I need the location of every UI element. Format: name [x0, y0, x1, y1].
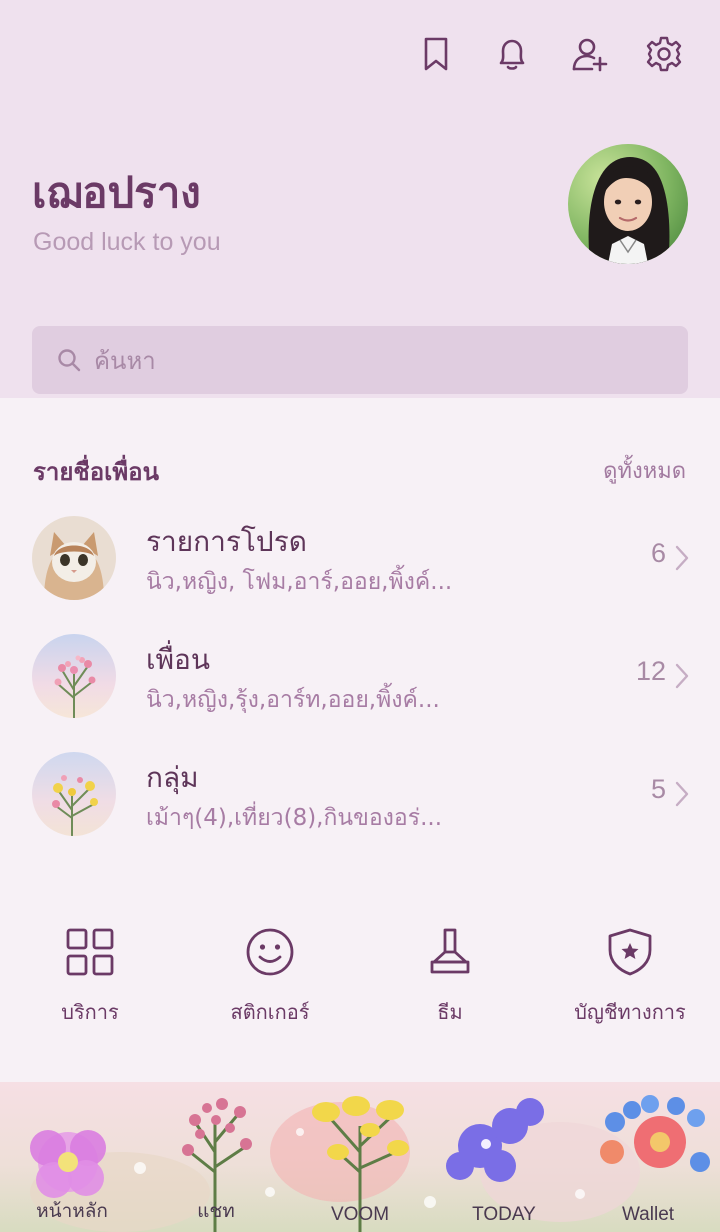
bottom-tab-bar: หน้าหลัก แชท VOOM TODAY Wallet: [0, 1082, 720, 1232]
service-button-services[interactable]: บริการ: [0, 926, 180, 1036]
header-icon-bar: [0, 30, 720, 78]
tab-label: VOOM: [330, 1204, 390, 1225]
tab-home[interactable]: หน้าหลัก: [0, 1082, 144, 1228]
gear-icon[interactable]: [640, 30, 688, 78]
tab-today[interactable]: TODAY: [432, 1082, 576, 1228]
friend-group-row-favorites[interactable]: รายการโปรด นิว,หญิง, โฟม,อาร์,ออย,พิ้งค์…: [0, 516, 720, 616]
row-subtitle: นิว,หญิง,รุ้ง,อาร์ท,ออย,พิ้งค์...: [146, 687, 440, 713]
row-title: กลุ่ม: [146, 761, 199, 794]
row-subtitle: นิว,หญิง, โฟม,อาร์,ออย,พิ้งค์...: [146, 569, 453, 595]
friend-group-row-friends[interactable]: เพื่อน นิว,หญิง,รุ้ง,อาร์ท,ออย,พิ้งค์...…: [0, 634, 720, 734]
bell-icon[interactable]: [488, 30, 536, 78]
row-count: 12: [635, 656, 666, 686]
brush-icon: [430, 928, 470, 974]
tab-label: หน้าหลัก: [36, 1201, 108, 1222]
search-placeholder: ค้นหา: [94, 346, 156, 375]
profile-status-message[interactable]: Good luck to you: [33, 228, 221, 257]
service-button-official-accounts[interactable]: บัญชีทางการ: [540, 926, 720, 1036]
service-label: สติกเกอร์: [230, 1000, 310, 1024]
row-count: 5: [650, 774, 666, 804]
tab-voom[interactable]: VOOM: [288, 1082, 432, 1228]
grid-icon: [66, 928, 114, 976]
profile-header: เฌอปราง Good luck to you ค้นหา: [0, 0, 720, 398]
smiley-icon: [246, 928, 294, 976]
row-title: เพื่อน: [146, 643, 210, 676]
tab-label: TODAY: [472, 1204, 536, 1225]
friend-group-row-groups[interactable]: กลุ่ม เม้าๆ(4),เที่ยว(8),กินของอร่... 5: [0, 752, 720, 852]
tab-chat[interactable]: แชท: [144, 1082, 288, 1228]
chevron-right-icon: [675, 663, 689, 689]
tab-label: แชท: [197, 1201, 235, 1222]
search-bar[interactable]: ค้นหา: [32, 326, 688, 394]
service-label: บริการ: [61, 1000, 119, 1024]
tab-wallet[interactable]: Wallet: [576, 1082, 720, 1228]
profile-avatar[interactable]: [568, 144, 688, 264]
view-all-link[interactable]: ดูทั้งหมด: [603, 453, 686, 488]
chevron-right-icon: [675, 545, 689, 571]
friends-section-title: รายชื่อเพื่อน: [33, 458, 159, 486]
cat-photo-thumbnail: [32, 516, 116, 600]
shield-star-icon: [608, 928, 652, 976]
yellow-flower-photo-thumbnail: [32, 752, 116, 836]
chevron-right-icon: [675, 781, 689, 807]
tab-label: Wallet: [621, 1204, 675, 1225]
row-title: รายการโปรด: [146, 525, 307, 558]
add-friend-icon[interactable]: [566, 30, 614, 78]
profile-name[interactable]: เฌอปราง: [32, 160, 201, 226]
search-icon: [58, 349, 81, 372]
pink-flower-photo-thumbnail: [32, 634, 116, 718]
bookmark-icon[interactable]: [412, 30, 460, 78]
service-button-stickers[interactable]: สติกเกอร์: [180, 926, 360, 1036]
row-subtitle: เม้าๆ(4),เที่ยว(8),กินของอร่...: [146, 805, 443, 831]
service-label: บัญชีทางการ: [574, 1000, 686, 1024]
service-button-themes[interactable]: ธีม: [360, 926, 540, 1036]
service-label: ธีม: [437, 1000, 463, 1024]
row-count: 6: [650, 538, 666, 568]
